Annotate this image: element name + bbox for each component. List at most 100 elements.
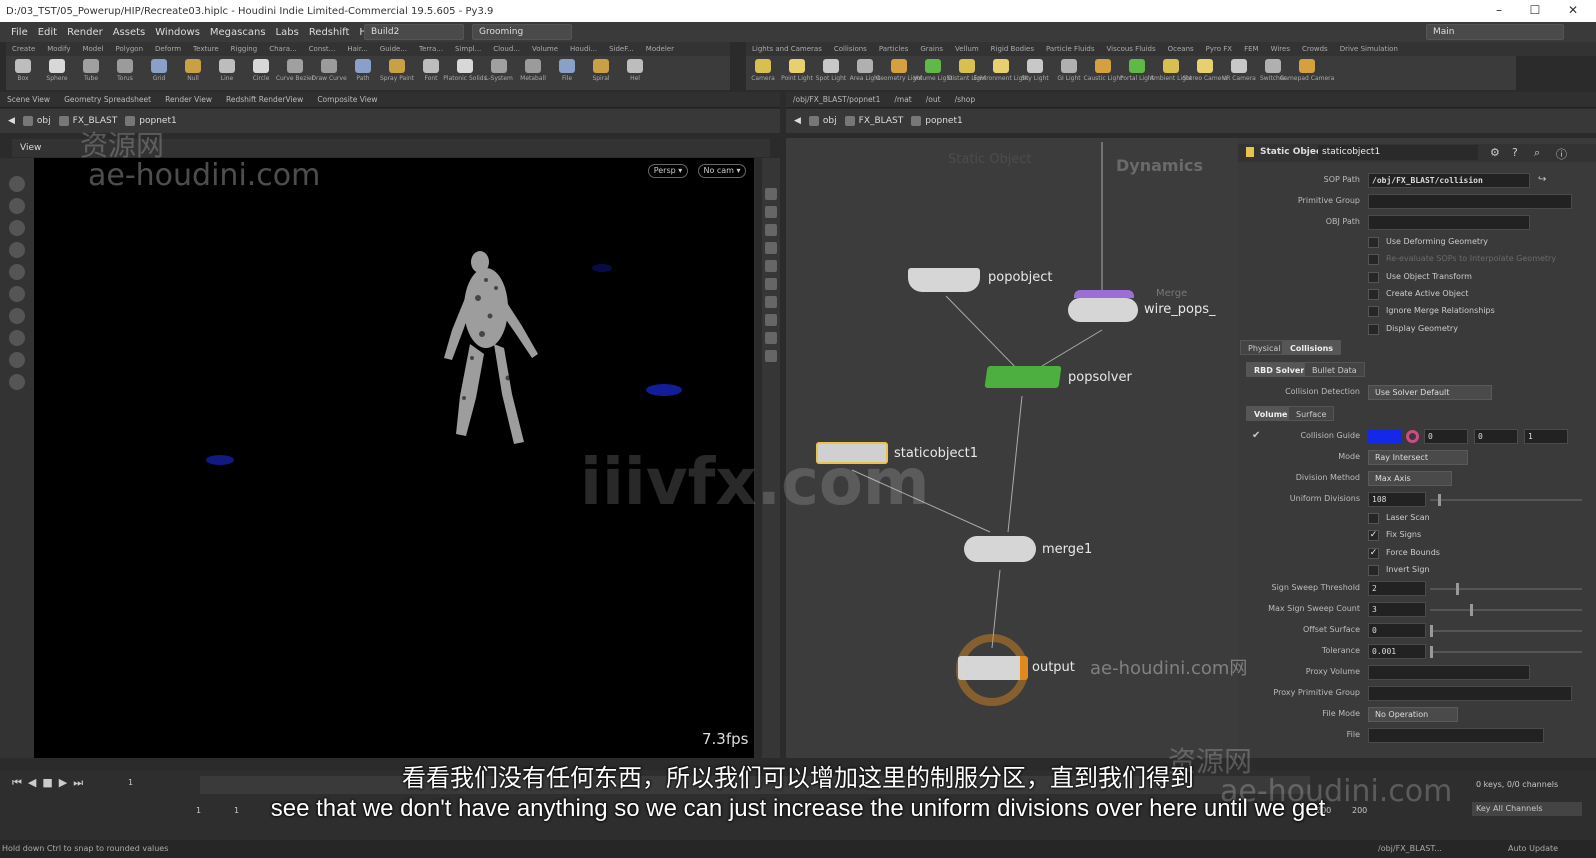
shelf-tab-chara[interactable]: Chara... <box>263 45 302 53</box>
shelf-tab-particles[interactable]: Particles <box>873 45 915 53</box>
sign-sweep-threshold-slider[interactable] <box>1430 583 1582 595</box>
search-icon[interactable]: ⌕ <box>1534 146 1540 160</box>
shelf-tab-modeler[interactable]: Modeler <box>640 45 680 53</box>
pane-tab-obj-fx-blast-popnet1[interactable]: /obj/FX_BLAST/popnet1 <box>786 95 887 104</box>
laser-scan-checkbox[interactable] <box>1368 513 1379 524</box>
select-tool-icon[interactable] <box>9 176 25 192</box>
shelf-tab-hair[interactable]: Hair... <box>341 45 373 53</box>
tool-switcher[interactable]: Switcher <box>1256 56 1290 90</box>
tool-torus[interactable]: Torus <box>108 56 142 90</box>
tab-surface[interactable]: Surface <box>1288 406 1335 421</box>
minimize-button[interactable]: – <box>1482 0 1516 22</box>
shelf-tab-fem[interactable]: FEM <box>1238 45 1265 53</box>
shelf-tab-grains[interactable]: Grains <box>914 45 949 53</box>
shelf-tab-viscous-fluids[interactable]: Viscous Fluids <box>1101 45 1162 53</box>
slider-knob[interactable] <box>1430 646 1433 658</box>
rotate-tool-icon[interactable] <box>9 220 25 236</box>
output-node[interactable] <box>958 656 1028 680</box>
tool-spot-light[interactable]: Spot Light <box>814 56 848 90</box>
re-evaluate-sops-to-interpolate-geometry-checkbox[interactable] <box>1368 254 1379 266</box>
tool-l-system[interactable]: L-System <box>482 56 516 90</box>
pane-tab-composite-view[interactable]: Composite View <box>310 95 384 104</box>
slider-knob[interactable] <box>1438 494 1441 506</box>
view-tool-icon[interactable] <box>9 352 25 368</box>
shelf-tab-rigid-bodies[interactable]: Rigid Bodies <box>985 45 1040 53</box>
popsolver-node[interactable] <box>984 366 1062 388</box>
tool-volume-light[interactable]: Volume Light <box>913 56 953 90</box>
shelf-tab-volume[interactable]: Volume <box>526 45 564 53</box>
pose-tool-icon[interactable] <box>9 374 25 390</box>
file-mode-select[interactable]: No Operation <box>1368 707 1458 722</box>
popobject-node[interactable] <box>908 268 980 292</box>
shelf-tab-terra[interactable]: Terra... <box>413 45 449 53</box>
background-icon[interactable] <box>765 350 777 362</box>
tool-gi-light[interactable]: GI Light <box>1052 56 1086 90</box>
tool-line[interactable]: Line <box>210 56 244 90</box>
tool-area-light[interactable]: Area Light <box>848 56 882 90</box>
pane-tab-render-view[interactable]: Render View <box>158 95 219 104</box>
shelf-tab-oceans[interactable]: Oceans <box>1162 45 1200 53</box>
crumb-obj[interactable]: obj <box>22 116 51 126</box>
help-icon[interactable]: ? <box>1512 146 1518 159</box>
tool-spiral[interactable]: Spiral <box>584 56 618 90</box>
mode-select[interactable]: Ray Intersect <box>1368 450 1468 465</box>
use-object-transform-checkbox[interactable] <box>1368 271 1379 283</box>
tool-draw-curve[interactable]: Draw Curve <box>311 56 347 90</box>
menu-file[interactable]: File <box>6 27 33 38</box>
menu-render[interactable]: Render <box>62 27 108 38</box>
shelf-tab-collisions[interactable]: Collisions <box>828 45 873 53</box>
shelf-tab-pyro-fx[interactable]: Pyro FX <box>1200 45 1238 53</box>
grooming-desktop-select[interactable]: Grooming <box>472 24 572 40</box>
shelf-tab-sidef[interactable]: SideF... <box>603 45 640 53</box>
display-geometry-checkbox[interactable] <box>1368 323 1379 335</box>
tool-ambient-light[interactable]: Ambient Light <box>1150 56 1192 90</box>
main-desktop-select[interactable]: Main <box>1426 24 1564 40</box>
tool-portal-light[interactable]: Portal Light <box>1120 56 1154 90</box>
tool-environment-light[interactable]: Environment Light <box>973 56 1029 90</box>
crumb-node[interactable]: popnet1 <box>911 116 963 126</box>
pane-tab-scene-view[interactable]: Scene View <box>0 95 57 104</box>
tool-grid[interactable]: Grid <box>142 56 176 90</box>
max-sign-sweep-field[interactable]: 3 <box>1368 602 1426 617</box>
proxy-prim-group-field[interactable] <box>1368 686 1572 701</box>
slider-knob[interactable] <box>1430 625 1433 637</box>
gear-icon[interactable]: ⚙ <box>1490 146 1500 159</box>
shelf-tab-model[interactable]: Model <box>76 45 109 53</box>
guide-r-field[interactable]: 0 <box>1424 429 1468 444</box>
snap-icon[interactable] <box>9 286 25 302</box>
tab-collisions[interactable]: Collisions <box>1282 340 1342 355</box>
color-wheel-icon[interactable] <box>1406 430 1419 443</box>
shelf-tab-houdi[interactable]: Houdi... <box>564 45 603 53</box>
menu-edit[interactable]: Edit <box>33 27 62 38</box>
menu-windows[interactable]: Windows <box>150 27 205 38</box>
shelf-tab-wires[interactable]: Wires <box>1265 45 1296 53</box>
tool-platonic-solids[interactable]: Platonic Solids <box>443 56 487 90</box>
tool-circle[interactable]: Circle <box>244 56 278 90</box>
status-obj-path[interactable]: /obj/FX_BLAST... <box>1378 840 1442 858</box>
move-tool-icon[interactable] <box>9 198 25 214</box>
use-deforming-geometry-checkbox[interactable] <box>1368 237 1379 248</box>
shelf-tab-simpl[interactable]: Simpl... <box>449 45 487 53</box>
division-method-select[interactable]: Max Axis <box>1368 471 1452 486</box>
force-bounds-checkbox[interactable]: ✓ <box>1368 547 1379 559</box>
display-option-icon[interactable] <box>765 188 777 200</box>
tool-box[interactable]: Box <box>6 56 40 90</box>
tool-vr-camera[interactable]: VR Camera <box>1222 56 1256 90</box>
shelf-tab-drive-simulation[interactable]: Drive Simulation <box>1334 45 1404 53</box>
uniform-divisions-slider[interactable] <box>1430 494 1582 506</box>
pane-tab-geometry-spreadsheet[interactable]: Geometry Spreadsheet <box>57 95 158 104</box>
tool-sky-light[interactable]: Sky Light <box>1018 56 1052 90</box>
shelf-tab-const[interactable]: Const... <box>303 45 342 53</box>
lock-icon[interactable] <box>9 264 25 280</box>
tab-rbd-solver[interactable]: RBD Solver <box>1246 362 1313 377</box>
tool-metaball[interactable]: Metaball <box>516 56 550 90</box>
tool-curve-bezier[interactable]: Curve Bezier <box>276 56 314 90</box>
shading-icon[interactable] <box>765 242 777 254</box>
invert-sign-checkbox[interactable] <box>1368 564 1379 576</box>
node-name-field[interactable]: staticobject1 <box>1318 145 1478 160</box>
points-icon[interactable] <box>765 278 777 290</box>
auto-update-select[interactable]: Auto Update <box>1508 840 1558 858</box>
tool-spray-paint[interactable]: Spray Paint <box>380 56 414 90</box>
tool-null[interactable]: Null <box>176 56 210 90</box>
max-sign-sweep-slider[interactable] <box>1430 604 1582 616</box>
